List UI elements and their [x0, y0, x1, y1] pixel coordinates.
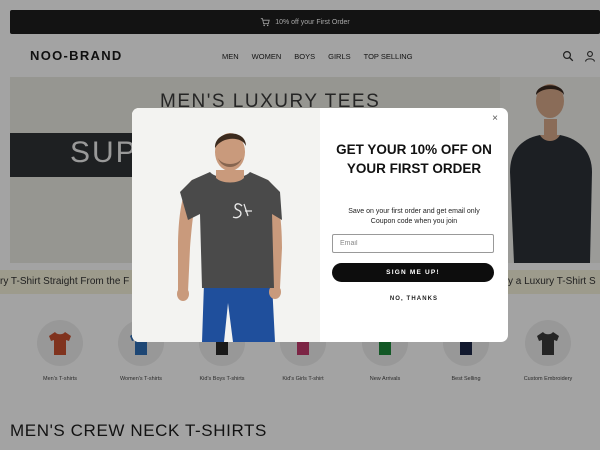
close-icon[interactable]: ×: [490, 114, 500, 124]
popup-subtext: Save on your first order and get email o…: [320, 207, 508, 226]
model-photo: [132, 108, 320, 342]
popup-subtext-line2: Coupon code when you join: [370, 217, 458, 225]
email-field[interactable]: [332, 234, 494, 253]
popup-model-image: [132, 108, 320, 342]
no-thanks-link[interactable]: NO, THANKS: [320, 296, 508, 302]
popup-headline: GET YOUR 10% OFF ON YOUR FIRST ORDER: [336, 142, 492, 176]
sign-up-button[interactable]: SIGN ME UP!: [332, 263, 494, 282]
popup-subtext-line1: Save on your first order and get email o…: [348, 208, 480, 215]
discount-popup: × GET YOUR 10% OFF ON YOUR FIRST ORDER S…: [132, 108, 508, 342]
popup-content: × GET YOUR 10% OFF ON YOUR FIRST ORDER S…: [320, 108, 508, 342]
